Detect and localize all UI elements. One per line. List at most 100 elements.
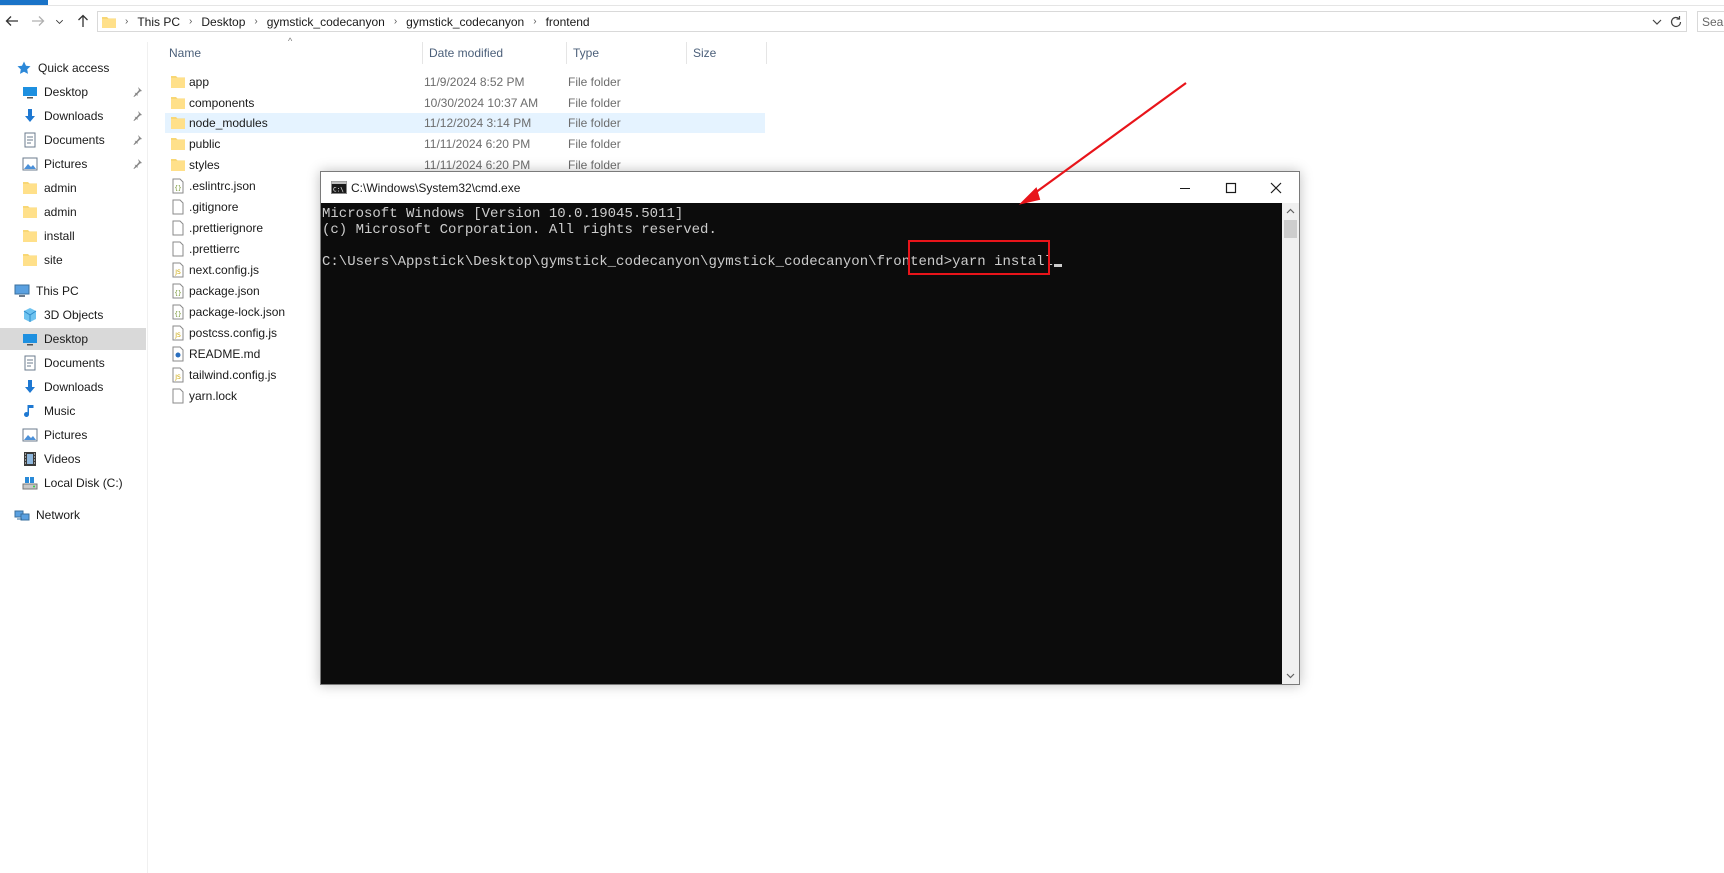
cmd-console[interactable]: Microsoft Windows [Version 10.0.19045.50… [321,203,1282,684]
back-arrow-icon[interactable] [2,11,22,31]
refresh-icon[interactable] [1668,14,1684,30]
breadcrumb-gymstick-codecanyon-inner[interactable]: gymstick_codecanyon [406,15,524,29]
pin-icon[interactable] [132,86,143,97]
nav-pictures[interactable]: Pictures [0,424,146,446]
music-note-icon [22,403,38,419]
nav-desktop-pinned[interactable]: Desktop [0,81,146,103]
breadcrumb-desktop[interactable]: Desktop [201,15,245,29]
download-arrow-icon [22,108,38,124]
scroll-down-arrow-icon[interactable] [1282,667,1299,684]
nav-quick-access[interactable]: Quick access [0,57,146,79]
cmd-app-icon: C:\ [331,181,347,194]
nav-downloads-pinned[interactable]: Downloads [0,105,146,127]
file-name: next.config.js [189,263,260,277]
nav-documents-pinned[interactable]: Documents [0,129,146,151]
pin-icon[interactable] [132,158,143,169]
navigation-pane: Quick access Desktop Downloads Documents… [0,42,148,873]
download-arrow-icon [22,379,38,395]
column-header-name[interactable]: Name [163,42,423,64]
folder-icon [171,117,185,129]
desktop-icon [22,331,38,347]
file-row-components[interactable]: components 10/30/2024 10:37 AM File fold… [165,93,765,113]
nav-install[interactable]: install [0,225,146,247]
annotation-highlight-box [908,240,1050,275]
column-header-size[interactable]: Size [687,42,767,64]
address-dropdown-icon[interactable] [1650,15,1664,29]
column-header-type[interactable]: Type [567,42,687,64]
nav-label: Documents [44,133,105,147]
text-cursor [1053,264,1062,267]
breadcrumb-gymstick-codecanyon[interactable]: gymstick_codecanyon [267,15,385,29]
nav-admin-1[interactable]: admin [0,177,146,199]
nav-label: Desktop [44,85,89,99]
chevron-right-icon[interactable]: › [254,16,257,27]
breadcrumb-this-pc[interactable]: This PC [137,15,180,29]
nav-admin-2[interactable]: admin [0,201,146,223]
file-row-node-modules[interactable]: node_modules 11/12/2024 3:14 PM File fol… [165,113,765,133]
pin-icon[interactable] [132,134,143,145]
pin-icon[interactable] [132,110,143,121]
cmd-scrollbar[interactable] [1282,203,1299,684]
js-file-icon: JS [172,262,184,278]
file-icon [172,241,184,257]
close-button[interactable] [1253,172,1299,203]
forward-arrow-icon[interactable] [28,11,48,31]
recent-locations-chevron-icon[interactable] [52,11,66,31]
desktop-icon [22,84,38,100]
console-line-prompt: C:\Users\Appstick\Desktop\gymstick_codec… [322,254,1282,270]
scroll-up-arrow-icon[interactable] [1282,203,1299,220]
nav-label: Downloads [44,109,104,123]
up-arrow-icon[interactable] [73,11,93,31]
svg-text:{}: {} [174,185,181,192]
file-name: .prettierrc [189,242,240,256]
nav-3d-objects[interactable]: 3D Objects [0,304,146,326]
search-input[interactable]: Search frontend [1697,11,1724,32]
column-header-date-modified[interactable]: Date modified [423,42,567,64]
column-label: Type [573,46,600,60]
nav-label: admin [44,205,77,219]
json-file-icon: {} [172,304,184,320]
file-row-public[interactable]: public 11/11/2024 6:20 PM File folder [165,134,765,154]
file-row-app[interactable]: app 11/9/2024 8:52 PM File folder [165,72,765,92]
nav-local-disk[interactable]: Local Disk (C:) [0,472,146,494]
nav-label: Quick access [38,61,110,75]
pictures-icon [22,427,38,443]
nav-site[interactable]: site [0,249,146,271]
folder-icon [22,228,38,244]
cmd-window[interactable]: C:\ C:\Windows\System32\cmd.exe Microsof… [320,171,1300,685]
nav-downloads[interactable]: Downloads [0,376,146,398]
nav-label: install [44,229,75,243]
nav-this-pc[interactable]: This PC [0,280,146,302]
chevron-right-icon[interactable]: › [125,16,128,27]
nav-label: admin [44,181,77,195]
nav-label: Local Disk (C:) [44,476,123,490]
file-icon [172,199,184,215]
folder-icon [22,252,38,268]
nav-documents[interactable]: Documents [0,352,146,374]
nav-network[interactable]: Network [0,504,146,526]
nav-desktop[interactable]: Desktop [0,328,146,350]
file-date: 11/11/2024 6:20 PM [424,158,531,172]
file-type: File folder [568,137,621,151]
maximize-button[interactable] [1208,172,1254,203]
folder-icon [171,76,185,88]
scrollbar-thumb[interactable] [1284,220,1297,238]
folder-icon [22,204,38,220]
chevron-right-icon[interactable]: › [533,16,536,27]
chevron-right-icon[interactable]: › [394,16,397,27]
nav-pictures-pinned[interactable]: Pictures [0,153,146,175]
file-name: tailwind.config.js [189,368,277,382]
nav-music[interactable]: Music [0,400,146,422]
nav-label: Pictures [44,157,88,171]
chevron-right-icon[interactable]: › [189,16,192,27]
nav-videos[interactable]: Videos [0,448,146,470]
breadcrumb-frontend[interactable]: frontend [546,15,590,29]
column-label: Name [169,46,202,60]
nav-label: site [44,253,63,267]
nav-label: Music [44,404,76,418]
address-bar[interactable]: › This PC › Desktop › gymstick_codecanyo… [97,11,1687,32]
file-date: 11/12/2024 3:14 PM [424,116,532,130]
cmd-title-bar[interactable]: C:\ C:\Windows\System32\cmd.exe [321,172,1299,203]
minimize-button[interactable] [1162,172,1208,203]
